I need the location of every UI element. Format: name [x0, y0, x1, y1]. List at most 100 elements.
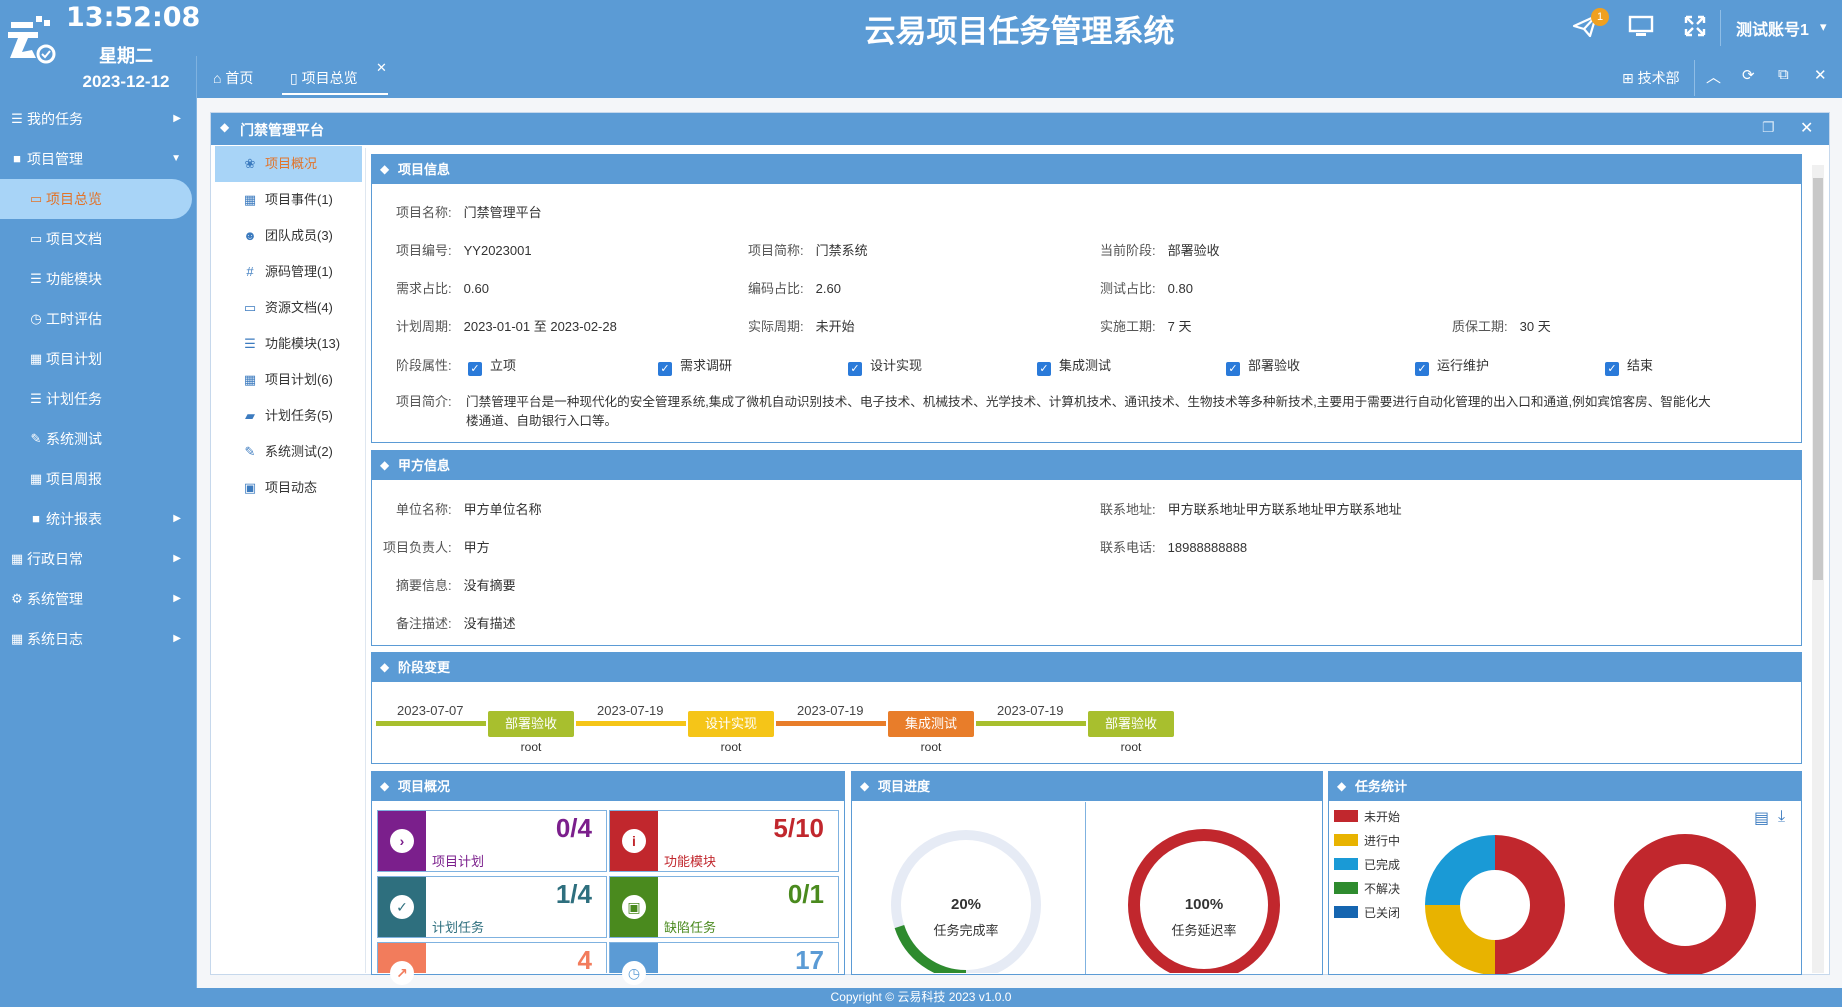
legend-item[interactable]: 不解决: [1334, 880, 1400, 897]
folder-icon: ■: [32, 511, 40, 526]
tile-value: 4: [577, 945, 592, 975]
external-link-icon[interactable]: ⧉: [1778, 66, 1789, 83]
timeline-user: root: [520, 740, 542, 754]
nav-project-events[interactable]: ▦ 项目事件(1): [215, 182, 362, 218]
phase-checkbox[interactable]: ✓ 需求调研: [658, 355, 732, 376]
nav-team-members[interactable]: ☻ 团队成员(3): [215, 218, 362, 254]
folder-open-icon: ▭: [29, 191, 43, 206]
maximize-icon[interactable]: ❐: [1762, 119, 1775, 136]
account-menu[interactable]: 测试账号1: [1736, 16, 1809, 40]
stage-change-panel: ◆ 阶段变更: [371, 652, 1802, 764]
tab-close-icon[interactable]: ✕: [376, 60, 387, 76]
tag-icon: ◆: [1337, 779, 1347, 793]
timeline-connector: [776, 721, 886, 726]
department-selector[interactable]: ⊞ 技术部: [1622, 68, 1680, 88]
clock-icon: ◷: [30, 311, 42, 326]
legend-item[interactable]: 已关闭: [1334, 904, 1400, 921]
tile-value: 17: [795, 945, 824, 975]
sidebar-item-effort[interactable]: ◷ 工时评估: [0, 299, 197, 339]
donut-slice-completed: [1425, 835, 1495, 905]
overview-tile[interactable]: ✓ 1/4 计划任务: [377, 876, 607, 938]
tab-home[interactable]: ⌂ 首页: [205, 61, 261, 95]
project-code: YY2023001: [463, 243, 532, 258]
overview-tile[interactable]: ▣ 0/1 缺陷任务: [609, 876, 839, 938]
chevron-up-icon[interactable]: ︿: [1706, 66, 1721, 87]
legend-item[interactable]: 已完成: [1334, 856, 1400, 873]
sidebar-item-admin-daily[interactable]: ▦ 行政日常 ▶: [0, 539, 197, 579]
phase-checkbox[interactable]: ✓ 结束: [1605, 355, 1653, 376]
project-stage: 部署验收: [1167, 243, 1220, 258]
paw-icon: ❀: [244, 156, 256, 171]
tag-icon: ◆: [380, 660, 390, 674]
sidebar-item-project-docs[interactable]: ▭ 项目文档: [0, 219, 197, 259]
phase-checkbox[interactable]: ✓ 运行维护: [1415, 355, 1489, 376]
nav-project-summary[interactable]: ❀ 项目概况: [215, 146, 362, 182]
legend-item[interactable]: 未开始: [1334, 808, 1400, 825]
coding-ratio: 2.60: [815, 281, 841, 296]
phase-checkbox[interactable]: ✓ 设计实现: [848, 355, 922, 376]
sidebar-item-modules[interactable]: ☰ 功能模块: [0, 259, 197, 299]
sidebar-item-my-tasks[interactable]: ☰ 我的任务 ▶: [0, 99, 197, 139]
checkbox-checked-icon: ✓: [1226, 362, 1240, 376]
requirement-ratio: 0.60: [463, 281, 489, 296]
legend-swatch: [1334, 882, 1358, 894]
panel-header: ◆ 项目信息: [372, 155, 1801, 184]
timeline-connector: [976, 721, 1086, 726]
overview-tile[interactable]: › 0/4 项目计划: [377, 810, 607, 872]
nav-source-code[interactable]: # 源码管理(1): [215, 254, 362, 290]
clock-weekday: 星期二: [99, 46, 153, 66]
client-address: 甲方联系地址甲方联系地址甲方联系地址: [1167, 502, 1402, 517]
sidebar-item-system-log[interactable]: ▦ 系统日志 ▶: [0, 619, 197, 659]
nav-project-activity[interactable]: ▣ 项目动态: [215, 470, 362, 506]
timeline-date: 2023-07-19: [797, 703, 864, 718]
close-all-icon[interactable]: ✕: [1814, 66, 1827, 84]
chevron-down-icon[interactable]: ▾: [1820, 19, 1827, 35]
data-view-icon[interactable]: ▤: [1754, 808, 1769, 828]
phase-checkbox[interactable]: ✓ 立项: [468, 355, 516, 376]
scrollbar-thumb[interactable]: [1813, 178, 1823, 580]
phase-checkbox[interactable]: ✓ 集成测试: [1037, 355, 1111, 376]
nav-resource-docs[interactable]: ▭ 资源文档(4): [215, 290, 362, 326]
chevron-right-icon: ▶: [173, 553, 181, 564]
checkbox-checked-icon: ✓: [1605, 362, 1619, 376]
panel-header: ◆ 阶段变更: [372, 653, 1801, 682]
nav-system-test[interactable]: ✎ 系统测试(2): [215, 434, 362, 470]
sidebar-item-project-management[interactable]: ■ 项目管理 ▼: [0, 139, 197, 179]
list-icon: ☰: [244, 336, 256, 351]
info-icon: i: [622, 829, 646, 853]
check-icon: ✓: [390, 895, 414, 919]
project-intro-line1: 门禁管理平台是一种现代化的安全管理系统,集成了微机自动识别技术、电子技术、机械技…: [466, 395, 1711, 409]
clock-icon: ◷: [622, 961, 646, 985]
timeline-date: 2023-07-07: [397, 703, 464, 718]
download-icon[interactable]: ⤓: [1778, 808, 1785, 826]
nav-plan-tasks[interactable]: ▰ 计划任务(5): [215, 398, 362, 434]
nav-modules[interactable]: ☰ 功能模块(13): [215, 326, 362, 362]
overview-tile[interactable]: ◷ 17: [609, 942, 839, 985]
nav-project-plan[interactable]: ▦ 项目计划(6): [215, 362, 362, 398]
close-icon[interactable]: ✕: [1800, 118, 1813, 138]
tile-label: 计划任务: [432, 920, 485, 935]
sidebar-item-system-test[interactable]: ✎ 系统测试: [0, 419, 197, 459]
fullscreen-icon[interactable]: [1678, 14, 1712, 44]
legend-item[interactable]: 进行中: [1334, 832, 1400, 849]
tag-icon: ◆: [220, 120, 230, 134]
sidebar-item-project-overview[interactable]: ▭ 项目总览: [0, 179, 192, 219]
sidebar-item-system-management[interactable]: ⚙ 系统管理 ▶: [0, 579, 197, 619]
refresh-icon[interactable]: ⟳: [1742, 66, 1755, 84]
header-divider: [1720, 10, 1721, 46]
tab-project-overview[interactable]: ▯ 项目总览: [282, 61, 388, 95]
share-icon: ↗: [390, 961, 414, 985]
calendar-icon: ▦: [243, 372, 257, 387]
address-book-icon: ▣: [622, 895, 646, 919]
donut-slice-not-started: [1495, 835, 1565, 974]
overview-tile[interactable]: ↗ 4: [377, 942, 607, 985]
client-phone: 18988888888: [1167, 540, 1248, 555]
sidebar-item-plan-tasks[interactable]: ☰ 计划任务: [0, 379, 197, 419]
pencil-icon: ✎: [30, 431, 42, 446]
phase-checkbox[interactable]: ✓ 部署验收: [1226, 355, 1300, 376]
overview-tile[interactable]: i 5/10 功能模块: [609, 810, 839, 872]
monitor-icon[interactable]: [1624, 14, 1658, 44]
sidebar-item-weekly-report[interactable]: ▦ 项目周报: [0, 459, 197, 499]
sidebar-item-reports[interactable]: ■ 统计报表 ▶: [0, 499, 197, 539]
sidebar-item-project-plan[interactable]: ▦ 项目计划: [0, 339, 197, 379]
